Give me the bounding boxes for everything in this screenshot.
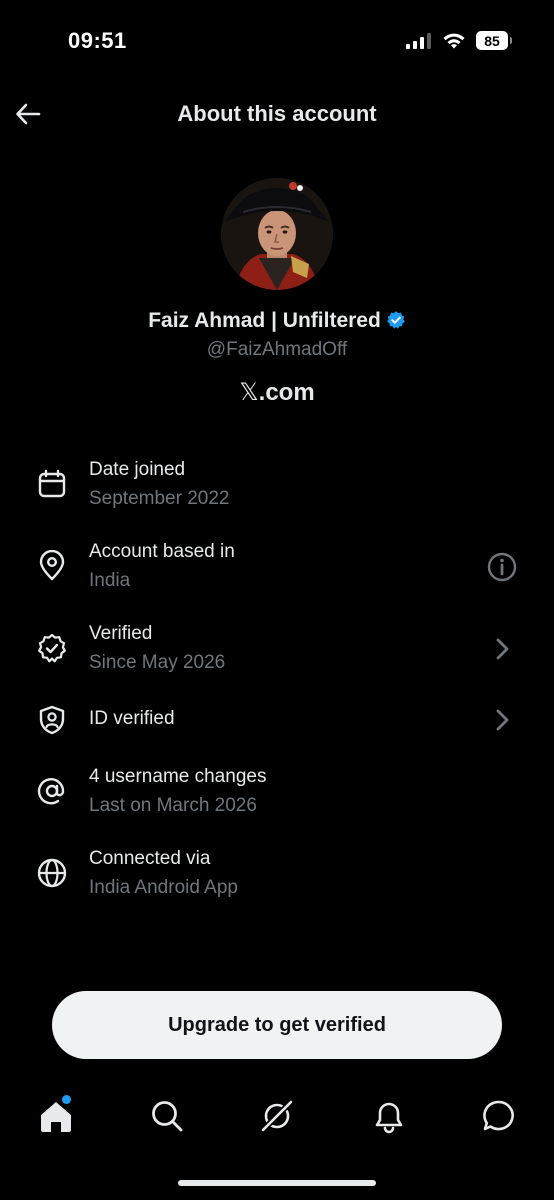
- display-name-text: Faiz Ahmad | Unfiltered: [148, 309, 381, 332]
- site-suffix: .com: [258, 379, 315, 406]
- row-username-changes: 4 username changes Last on March 2026: [0, 763, 554, 833]
- chevron-right-icon: [496, 709, 509, 731]
- info-icon[interactable]: [486, 551, 518, 583]
- x-logo-glyph: 𝕏: [239, 378, 259, 406]
- row-subtitle: India Android App: [89, 877, 238, 898]
- verified-badge-icon: [38, 633, 66, 663]
- row-account-based-in: Account based in India: [0, 538, 554, 608]
- chevron-right-icon: [496, 638, 509, 660]
- grok-icon[interactable]: [259, 1098, 295, 1134]
- row-date-joined: Date joined September 2022: [0, 456, 554, 526]
- site-label: 𝕏.com: [0, 378, 554, 407]
- verified-check-icon[interactable]: [386, 310, 406, 330]
- id-shield-icon: [39, 705, 65, 735]
- avatar[interactable]: [221, 178, 333, 290]
- search-icon[interactable]: [149, 1098, 185, 1134]
- row-title: Date joined: [89, 459, 186, 480]
- status-time: 09:51: [68, 28, 127, 53]
- avatar-portrait: [221, 178, 333, 290]
- row-title: Account based in: [89, 541, 235, 562]
- row-id-verified[interactable]: ID verified: [0, 690, 554, 760]
- row-subtitle: Since May 2026: [89, 652, 226, 673]
- globe-icon: [37, 858, 67, 888]
- row-title: 4 username changes: [89, 766, 267, 787]
- at-sign-icon: [37, 778, 65, 805]
- display-name: Faiz Ahmad | Unfiltered: [0, 309, 554, 333]
- row-verified[interactable]: Verified Since May 2026: [0, 620, 554, 690]
- messages-icon[interactable]: [481, 1098, 517, 1134]
- battery-indicator: 85: [476, 31, 512, 50]
- row-subtitle: Last on March 2026: [89, 795, 257, 816]
- page-title: About this account: [177, 101, 377, 126]
- cellular-signal-icon: [406, 32, 431, 49]
- wifi-icon: [443, 33, 465, 48]
- user-handle: @FaizAhmadOff: [206, 339, 348, 360]
- calendar-icon: [38, 469, 66, 498]
- status-icons: 85: [406, 31, 512, 50]
- location-pin-icon: [39, 550, 65, 581]
- row-title: Verified: [89, 623, 153, 644]
- home-notification-dot: [62, 1095, 71, 1104]
- upgrade-button[interactable]: Upgrade to get verified: [52, 991, 502, 1059]
- notifications-icon[interactable]: [371, 1098, 407, 1134]
- row-title: Connected via: [89, 848, 211, 869]
- row-title: ID verified: [89, 708, 175, 729]
- row-subtitle: India: [89, 570, 131, 591]
- home-indicator: [178, 1180, 376, 1186]
- row-subtitle: September 2022: [89, 488, 230, 509]
- row-connected-via: Connected via India Android App: [0, 845, 554, 915]
